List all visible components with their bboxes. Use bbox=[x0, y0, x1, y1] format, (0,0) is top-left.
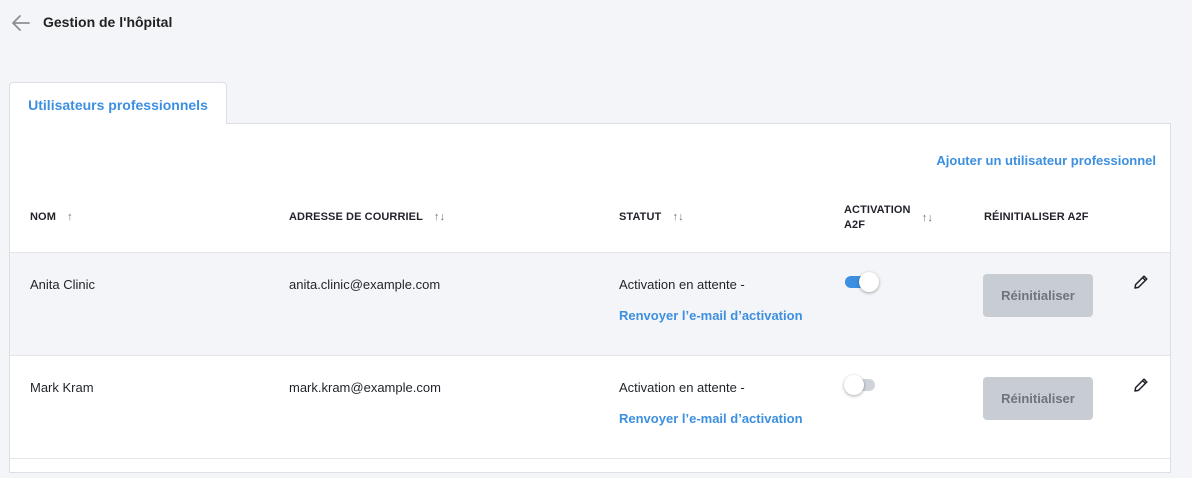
tab-professional-users[interactable]: Utilisateurs professionnels bbox=[9, 82, 227, 124]
column-header-email: ADRESSE DE COURRIEL ↑↓ bbox=[289, 211, 445, 223]
column-header-activation: ACTIVATION A2F ↑↓ bbox=[844, 203, 933, 233]
user-status: Activation en attente - bbox=[619, 380, 745, 395]
column-header-status-label: STATUT bbox=[619, 211, 662, 223]
column-header-name-label: NOM bbox=[30, 211, 56, 223]
user-name: Anita Clinic bbox=[30, 277, 96, 292]
sort-icon[interactable]: ↑↓ bbox=[434, 211, 445, 223]
sort-icon[interactable]: ↑↓ bbox=[673, 211, 684, 223]
table-row: Anita Clinic anita.clinic@example.com Ac… bbox=[10, 252, 1170, 355]
page-title: Gestion de l'hôpital bbox=[43, 14, 173, 30]
sort-icon[interactable]: ↑↓ bbox=[922, 211, 933, 226]
pencil-icon[interactable] bbox=[1132, 376, 1150, 394]
a2f-toggle[interactable] bbox=[845, 272, 881, 292]
column-header-reset: RÉINITIALISER A2F bbox=[984, 211, 1089, 223]
table-row: Mark Kram mark.kram@example.com Activati… bbox=[10, 355, 1170, 458]
column-header-activation-label-1: ACTIVATION bbox=[844, 204, 911, 216]
add-professional-user-link[interactable]: Ajouter un utilisateur professionnel bbox=[936, 153, 1156, 168]
resend-activation-link[interactable]: Renvoyer l’e-mail d’activation bbox=[619, 308, 803, 323]
reset-a2f-button[interactable]: Réinitialiser bbox=[983, 377, 1093, 420]
user-status: Activation en attente - bbox=[619, 277, 745, 292]
a2f-toggle[interactable] bbox=[844, 375, 881, 395]
table-row bbox=[10, 458, 1170, 478]
column-header-name: NOM ↑ bbox=[30, 211, 73, 223]
column-header-reset-label: RÉINITIALISER A2F bbox=[984, 211, 1089, 223]
column-header-status: STATUT ↑↓ bbox=[619, 211, 684, 223]
resend-activation-link[interactable]: Renvoyer l’e-mail d’activation bbox=[619, 411, 803, 426]
user-email: mark.kram@example.com bbox=[289, 380, 441, 395]
sort-ascending-icon[interactable]: ↑ bbox=[67, 211, 73, 223]
top-bar: Gestion de l'hôpital bbox=[0, 0, 1192, 46]
pencil-icon[interactable] bbox=[1132, 273, 1150, 291]
reset-a2f-button[interactable]: Réinitialiser bbox=[983, 274, 1093, 317]
users-panel: Ajouter un utilisateur professionnel NOM… bbox=[9, 123, 1171, 473]
column-header-email-label: ADRESSE DE COURRIEL bbox=[289, 211, 423, 223]
user-name: Mark Kram bbox=[30, 380, 94, 395]
user-email: anita.clinic@example.com bbox=[289, 277, 441, 292]
column-header-activation-label-2: A2F bbox=[844, 219, 866, 231]
arrow-left-icon[interactable] bbox=[11, 14, 31, 32]
